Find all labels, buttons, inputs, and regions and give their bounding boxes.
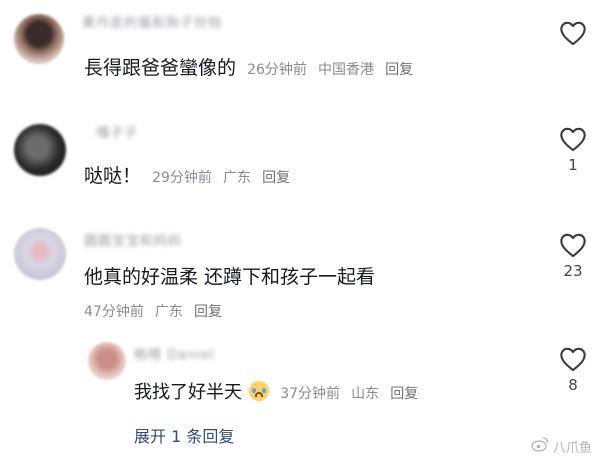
comment-time: 26分钟前 (247, 62, 307, 78)
heart-icon (553, 232, 593, 258)
comment-item: 嘎子子 哒哒！ 29分钟前 广东 回复 1 (0, 110, 600, 220)
like-button[interactable]: 8 (553, 346, 593, 394)
comment-username[interactable]: 果丹皮的猫和狗子铃铛 (82, 12, 222, 31)
watermark-text: 八爪鱼 (552, 441, 592, 456)
heart-icon (553, 20, 593, 46)
weibo-icon (531, 437, 549, 456)
like-count: 1 (568, 156, 578, 174)
comment-text: 他真的好温柔 还蹲下和孩子一起看 (84, 266, 376, 288)
watermark: 八爪鱼 (531, 437, 592, 456)
reply-button[interactable]: 回复 (390, 386, 418, 402)
reply-location: 山东 (351, 386, 380, 402)
comment-text: 哒哒！ (84, 165, 142, 187)
comment-meta-row: 47分钟前 广东 回复 (84, 301, 222, 321)
crying-face-emoji (249, 381, 270, 401)
comment-item: 圆圆宝宝和妈妈 他真的好温柔 还蹲下和孩子一起看 47分钟前 广东 回复 23 (0, 220, 600, 330)
comment-location: 广东 (154, 304, 183, 320)
comment-time: 29分钟前 (152, 170, 212, 186)
expand-replies-button[interactable]: 展开 1 条回复 (134, 423, 234, 447)
reply-time: 37分钟前 (280, 386, 341, 402)
comment-text: 長得跟爸爸蠻像的 (84, 57, 237, 79)
heart-icon (553, 346, 593, 372)
like-button[interactable] (553, 20, 593, 50)
comment-location: 广东 (223, 170, 252, 186)
reply-username[interactable]: 皓晴 Daniel (134, 344, 215, 363)
comment-time: 47分钟前 (84, 304, 144, 320)
like-button[interactable]: 1 (553, 126, 593, 174)
heart-icon (553, 126, 593, 152)
reply-button[interactable]: 回复 (194, 304, 222, 320)
comment-item: 果丹皮的猫和狗子铃铛 長得跟爸爸蠻像的 26分钟前 中国香港 回复 (0, 0, 600, 110)
comment-body: 他真的好温柔 还蹲下和孩子一起看 (84, 262, 375, 289)
avatar[interactable] (14, 228, 66, 280)
reply-button[interactable]: 回复 (385, 62, 413, 78)
avatar[interactable] (14, 124, 66, 176)
like-button[interactable]: 23 (553, 232, 593, 280)
comment-body: 長得跟爸爸蠻像的 26分钟前 中国香港 回复 (84, 53, 413, 80)
reply-body: 我找了好半天 37分钟前 山东 回复 (134, 378, 418, 404)
like-count: 8 (568, 376, 578, 394)
comment-body: 哒哒！ 29分钟前 广东 回复 (84, 161, 290, 188)
like-count: 23 (563, 262, 583, 280)
comment-location: 中国香港 (318, 62, 375, 78)
comment-username[interactable]: 嘎子子 (96, 122, 138, 141)
reply-text: 我找了好半天 (134, 382, 242, 403)
avatar[interactable] (14, 14, 64, 64)
avatar[interactable] (88, 342, 126, 380)
comment-username[interactable]: 圆圆宝宝和妈妈 (84, 230, 182, 249)
reply-item: 皓晴 Daniel 我找了好半天 37分钟前 山东 回复 8 (0, 330, 600, 410)
reply-button[interactable]: 回复 (262, 170, 290, 186)
